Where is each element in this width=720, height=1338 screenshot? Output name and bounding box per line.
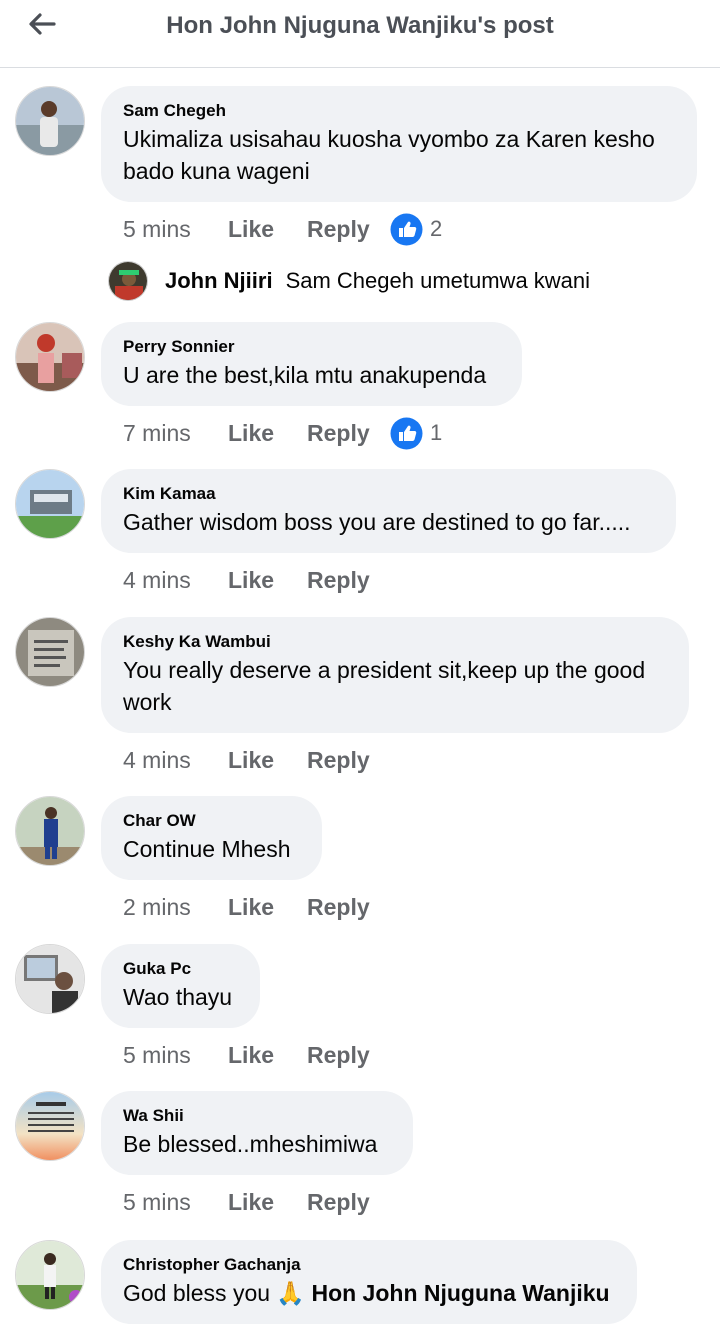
like-button[interactable]: Like [228, 894, 307, 921]
avatar[interactable] [15, 1091, 85, 1161]
page-title: Hon John Njuguna Wanjiku's post [166, 12, 554, 39]
comment-time: 7 mins [123, 419, 191, 446]
thumbs-up-icon [390, 417, 423, 449]
reply-button[interactable]: Reply [307, 420, 390, 447]
comment-text: Continue Mhesh [123, 836, 291, 862]
comment-author[interactable]: Kim Kamaa [123, 483, 654, 505]
reply-button[interactable]: Reply [307, 894, 390, 921]
comment-time: 5 mins [123, 215, 191, 242]
reply-button[interactable]: Reply [307, 567, 390, 594]
comment-actions: 5 mins Like Reply 2 [123, 213, 442, 245]
avatar[interactable] [15, 86, 85, 156]
comment-author[interactable]: Wa Shii [123, 1105, 391, 1127]
comment-actions: 7 mins Like Reply 1 [123, 417, 442, 449]
comment-author[interactable]: Perry Sonnier [123, 336, 500, 358]
comment-author[interactable]: Guka Pc [123, 958, 238, 980]
comment-time: 5 mins [123, 1041, 191, 1068]
reply-text: Sam Chegeh umetumwa kwani [285, 268, 591, 293]
like-button[interactable]: Like [228, 1189, 307, 1216]
reply-author[interactable]: John Njiiri [165, 268, 273, 294]
like-button[interactable]: Like [228, 420, 307, 447]
like-button[interactable]: Like [228, 567, 307, 594]
comment-author[interactable]: Christopher Gachanja [123, 1254, 615, 1276]
thumbs-up-icon [390, 213, 423, 245]
comment-time: 4 mins [123, 746, 191, 773]
comment-author[interactable]: Sam Chegeh [123, 100, 675, 122]
comment-bubble: Perry Sonnier U are the best,kila mtu an… [101, 322, 522, 406]
comment-actions: 5 mins Like Reply [123, 1186, 390, 1218]
comment-time: 5 mins [123, 1188, 191, 1215]
avatar[interactable] [15, 469, 85, 539]
comment-bubble: Char OW Continue Mhesh [101, 796, 322, 880]
comment-text: U are the best,kila mtu anakupenda [123, 362, 487, 388]
comment-actions: 4 mins Like Reply [123, 564, 390, 596]
comment-bubble: Christopher Gachanja God bless you 🙏 Hon… [101, 1240, 637, 1324]
comment-text-prefix: God bless you [123, 1280, 271, 1306]
comment-text: Be blessed..mheshimiwa [123, 1131, 378, 1157]
reply-button[interactable]: Reply [307, 747, 390, 774]
mention-tag[interactable]: Hon John Njuguna Wanjiku [311, 1280, 609, 1306]
reaction-summary[interactable]: 1 [390, 417, 442, 450]
comment-time: 2 mins [123, 893, 191, 920]
avatar[interactable] [15, 1240, 85, 1310]
nested-reply: John Njiiri Sam Chegeh umetumwa kwani [108, 260, 590, 302]
avatar[interactable] [15, 617, 85, 687]
comment-bubble: Guka Pc Wao thayu [101, 944, 260, 1028]
comment-actions: 4 mins Like Reply [123, 744, 390, 776]
comment-actions: 2 mins Like Reply [123, 891, 390, 923]
comment-text: Wao thayu [123, 984, 233, 1010]
like-button[interactable]: Like [228, 216, 307, 243]
comment-text: Ukimaliza usisahau kuosha vyombo za Kare… [123, 126, 655, 184]
like-button[interactable]: Like [228, 747, 307, 774]
comment-bubble: Sam Chegeh Ukimaliza usisahau kuosha vyo… [101, 86, 697, 202]
reaction-count: 2 [430, 216, 443, 241]
comment-bubble: Keshy Ka Wambui You really deserve a pre… [101, 617, 689, 733]
avatar[interactable] [15, 796, 85, 866]
comment-text: God bless you 🙏 Hon John Njuguna Wanjiku [123, 1277, 615, 1309]
comment-bubble: Wa Shii Be blessed..mheshimiwa [101, 1091, 413, 1175]
reaction-summary[interactable]: 2 [390, 213, 442, 246]
like-button[interactable]: Like [228, 1042, 307, 1069]
reaction-count: 1 [430, 420, 443, 445]
avatar[interactable] [108, 261, 148, 301]
comment-time: 4 mins [123, 566, 191, 593]
reply-button[interactable]: Reply [307, 1042, 390, 1069]
folded-hands-emoji: 🙏 [276, 1280, 306, 1306]
comment-actions: 5 mins Like Reply [123, 1039, 390, 1071]
reply-button[interactable]: Reply [307, 216, 390, 243]
comment-author[interactable]: Char OW [123, 810, 300, 832]
avatar[interactable] [15, 944, 85, 1014]
comment-bubble: Kim Kamaa Gather wisdom boss you are des… [101, 469, 676, 553]
comment-text: You really deserve a president sit,keep … [123, 657, 646, 715]
avatar[interactable] [15, 322, 85, 392]
comment-author[interactable]: Keshy Ka Wambui [123, 631, 667, 653]
reply-button[interactable]: Reply [307, 1189, 390, 1216]
top-bar: Hon John Njuguna Wanjiku's post [0, 0, 720, 68]
comment-text: Gather wisdom boss you are destined to g… [123, 509, 631, 535]
